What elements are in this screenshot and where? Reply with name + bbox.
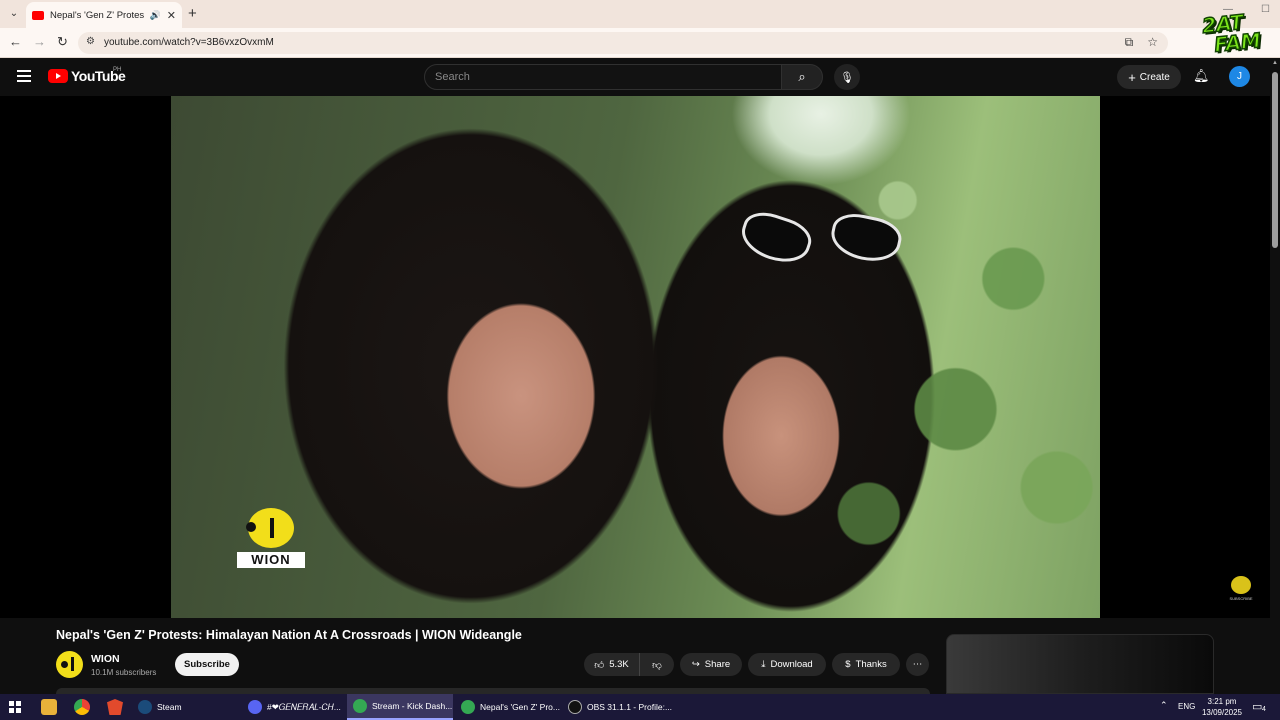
microphone-icon: 🎙 [840,71,854,84]
notification-count: 4 [1262,706,1266,713]
more-actions-button[interactable]: ⋯ [906,653,929,676]
scrollbar-thumb[interactable] [1272,72,1278,248]
tray-overflow-chevron-icon[interactable]: ⌃ [1160,700,1168,711]
chrome-icon [461,700,475,714]
account-avatar[interactable]: J [1229,66,1250,87]
video-frame[interactable] [171,96,1100,618]
windows-start-icon[interactable] [9,701,21,713]
search-button[interactable]: ⌕ [781,64,823,90]
channel-name[interactable]: WION [91,653,120,665]
video-sunglasses [735,206,911,270]
browser-tab[interactable]: Nepal's 'Gen Z' Protests: Hi 🔊 ✕ [26,2,182,28]
video-title: Nepal's 'Gen Z' Protests: Himalayan Nati… [56,628,522,642]
language-indicator[interactable]: ENG [1178,702,1195,711]
subscriber-count: 10.1M subscribers [91,668,157,677]
ellipsis-icon: ⋯ [912,659,923,670]
url-text[interactable]: youtube.com/watch?v=3B6vxzOvxmM [104,37,274,48]
tab-title: Nepal's 'Gen Z' Protests: Hi [50,9,144,21]
subscribe-button[interactable]: Subscribe [175,653,239,676]
wion-channel-logo: WION [236,508,306,570]
channel-avatar[interactable] [56,651,83,678]
menu-icon[interactable] [17,70,31,82]
reload-icon[interactable]: ↻ [57,34,68,50]
speaker-icon[interactable]: 🔊 [150,10,161,21]
video-player[interactable] [0,96,1270,618]
taskbar-app-kick-dashboard[interactable]: Stream - Kick Dash... [347,694,453,720]
subscribe-watermark[interactable]: SUBSCRIBE [1228,576,1254,604]
steam-icon [138,700,152,714]
browser-toolbar: ← → ↻ ⚙ youtube.com/watch?v=3B6vxzOvxmM … [0,28,1280,76]
notification-center-icon[interactable]: ▭ [1252,700,1262,713]
plus-icon: + [1128,69,1136,85]
browser-tab-strip: ⌄ Nepal's 'Gen Z' Protests: Hi 🔊 ✕ + — ☐ [0,0,1280,28]
brave-icon[interactable] [107,699,123,715]
taskbar-app-steam[interactable]: Steam [132,694,188,720]
taskbar-app-discord[interactable]: #❤𝐺𝐸𝑁𝐸𝑅𝐴𝐿-𝐶𝐻... [242,694,347,720]
share-button[interactable]: ↪ Share [680,653,742,676]
youtube-favicon-icon [32,10,44,20]
like-button[interactable]: 👍︎ 5.3K [584,653,640,676]
video-foliage [811,96,1100,618]
chrome-icon[interactable] [74,699,90,715]
wion-watermark-icon [1231,576,1251,594]
sidebar-ad-panel[interactable] [946,634,1214,694]
download-arrow-icon: ⤓ [761,659,766,670]
youtube-play-icon [48,69,68,83]
new-tab-button[interactable]: + [188,5,197,22]
page-scrollbar[interactable]: ▲ [1270,58,1280,694]
address-bar[interactable]: ⚙ youtube.com/watch?v=3B6vxzOvxmM ⧉ ☆ [78,32,1168,54]
like-count: 5.3K [609,659,629,670]
thumbs-up-icon: 👍︎ [594,659,605,671]
search-placeholder: Search [435,71,470,83]
country-code: PH [113,67,122,73]
search-icon: ⌕ [798,69,806,84]
video-info-section: Nepal's 'Gen Z' Protests: Himalayan Nati… [0,618,1270,694]
close-tab-icon[interactable]: ✕ [167,9,176,22]
search-input[interactable]: Search [424,64,782,90]
file-explorer-icon[interactable] [41,699,57,715]
obs-icon [568,700,582,714]
bookmark-star-icon[interactable]: ☆ [1147,35,1158,50]
chrome-icon [353,699,367,713]
download-button[interactable]: ⤓ Download [748,653,826,676]
create-button[interactable]: + Create [1117,65,1181,89]
share-arrow-icon: ↪ [691,659,700,670]
thanks-button[interactable]: $ Thanks [832,653,900,676]
super-thanks-icon: $ [845,659,851,670]
system-clock[interactable]: 3:21 pm 13/09/2025 [1198,696,1246,718]
tab-search-chevron-icon[interactable]: ⌄ [6,5,22,21]
taskbar-app-obs[interactable]: OBS 31.1.1 - Profile:... [562,694,678,720]
dislike-button[interactable]: 👎︎ [640,653,674,676]
discord-icon [248,700,262,714]
install-app-icon[interactable]: ⧉ [1125,35,1134,50]
site-info-icon[interactable]: ⚙ [86,36,95,47]
taskbar-app-youtube-chrome[interactable]: Nepal's 'Gen Z' Pro... [455,694,566,720]
windows-taskbar: Steam #❤𝐺𝐸𝑁𝐸𝑅𝐴𝐿-𝐶𝐻... Stream - Kick Dash… [0,694,1280,720]
youtube-header: YouTube PH Search ⌕ 🎙 + Create 🔔︎ J [0,58,1270,96]
voice-search-button[interactable]: 🎙 [834,64,860,90]
forward-arrow-icon[interactable]: → [33,34,46,49]
back-arrow-icon[interactable]: ← [9,34,22,49]
stream-sticker-logo: 2AT FAM [1200,9,1262,58]
thumbs-down-icon: 👎︎ [652,659,662,671]
